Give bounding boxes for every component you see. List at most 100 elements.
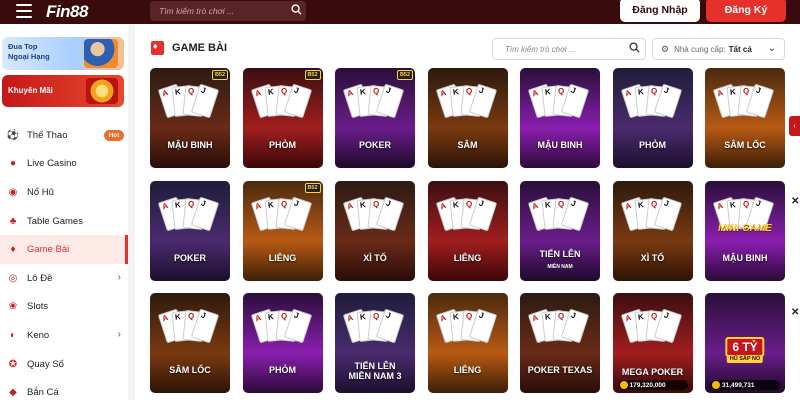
game-card[interactable]: A K Q J PHỎM <box>612 68 693 168</box>
provider-dropdown[interactable]: ⚙ Nhà cung cấp: Tất cả ⌄ <box>652 38 785 60</box>
game-card[interactable]: A K Q J MEGA POKER 179,320,000 <box>612 293 693 393</box>
sidebar-item-jackpot[interactable]: ◉ Nổ Hũ <box>0 178 128 207</box>
game-title: SÂM <box>457 140 478 150</box>
hot-badge: Hot <box>104 130 124 141</box>
game-card[interactable]: A K Q J MẬU BINH <box>520 68 600 168</box>
game-card[interactable]: A K Q J B52 PHỎM <box>242 68 323 168</box>
jackpot-amount-banner: 6 TỶ <box>725 337 765 357</box>
game-card[interactable]: A K Q J B52 POKER <box>335 68 415 168</box>
jackpot-counter: 179,320,000 <box>617 380 688 390</box>
jackpot-counter: 31,499,731 <box>710 380 780 390</box>
game-card[interactable]: A K Q J SÂM LỐC <box>150 293 230 393</box>
sidebar-item-table-games[interactable]: ♣ Table Games <box>0 207 128 236</box>
promo-banner-promotions[interactable]: Khuyến Mãi <box>2 75 124 107</box>
game-title: LIÊNG <box>453 253 482 263</box>
header-search-input[interactable]: Tìm kiếm trò chơi ... <box>150 6 286 16</box>
sidebar-item-label: Table Games <box>27 215 83 227</box>
sidebar-item-number-draw[interactable]: ✪ Quay Số <box>0 350 128 379</box>
chevron-right-icon[interactable]: › <box>118 329 121 340</box>
header-search-box[interactable]: Tìm kiếm trò chơi ... <box>150 1 306 21</box>
game-card[interactable]: A K Q J TIẾN LÊN MIỀN NAM <box>520 181 600 281</box>
game-card[interactable]: 6 TỶ HŨ SẮP NỔ 31,499,731 <box>705 293 785 393</box>
game-card[interactable]: A K Q J POKER TEXAS <box>520 293 600 393</box>
game-search-box[interactable]: Tìm kiếm trò chơi ... <box>492 38 646 60</box>
sidebar-item-card-games[interactable]: ♦ Game Bài <box>0 235 128 264</box>
sidebar-item-label: Nổ Hũ <box>27 186 54 198</box>
playing-cards-icon: AKQJ <box>342 196 405 243</box>
top-header: Fin88 Tìm kiếm trò chơi ... Đăng Nhập Đă… <box>0 0 800 24</box>
game-title: MẬU BINH <box>722 253 768 263</box>
game-card[interactable]: A K Q J XÌ TỐ <box>335 181 415 281</box>
section-header: GAME BÀI <box>151 41 227 55</box>
playing-cards-icon: AKQJ <box>712 196 775 243</box>
game-title: SÂM LỐC <box>169 365 211 375</box>
game-card[interactable]: A K Q J PHỎM <box>242 293 323 393</box>
game-card[interactable]: A K Q J B52 MẬU BINH <box>150 68 230 168</box>
sidebar-item-live-casino[interactable]: ● Live Casino <box>0 150 128 179</box>
game-title: XÌ TỐ <box>363 253 387 263</box>
login-button[interactable]: Đăng Nhập <box>620 0 700 22</box>
wheel-icon: ✪ <box>8 358 18 370</box>
keno-icon: ◐ <box>9 329 17 341</box>
sidebar-item-label: Keno <box>27 329 50 341</box>
playing-cards-icon: AKQJ <box>527 83 590 130</box>
game-card[interactable]: A K Q J LIÊNG <box>427 293 508 393</box>
chevron-right-icon[interactable]: › <box>118 272 121 283</box>
promo-banner-label: Khuyến Mãi <box>8 86 53 95</box>
filter-icon: ⚙ <box>661 43 670 54</box>
promo-banner-premier-league[interactable]: Đua Top Ngoại Hạng <box>2 37 124 70</box>
game-card[interactable]: A K Q J XÌ TỐ <box>612 181 693 281</box>
sidebar-item-label: Slots <box>27 301 49 313</box>
game-card[interactable]: A K Q J TIẾN LÊN MIỀN NAM 3 <box>335 293 415 393</box>
jackpot-label: HŨ SẮP NỔ <box>726 355 764 363</box>
game-title: PHỎM <box>269 140 296 150</box>
playing-cards-icon: AKQJ <box>157 83 220 130</box>
cards-icon: ♦ <box>10 244 16 256</box>
sidebar-item-slots[interactable]: ❀ Slots <box>0 293 128 322</box>
game-card[interactable]: A K Q J MINI GAME MẬU BINH <box>705 181 785 281</box>
game-card[interactable]: A K Q J POKER <box>150 181 230 281</box>
game-title: POKER <box>358 140 391 150</box>
search-icon[interactable] <box>286 2 306 20</box>
provider-badge: B52 <box>212 70 228 80</box>
collapse-tab-icon[interactable]: ‹ <box>789 116 800 136</box>
lottery-icon: ◎ <box>8 272 18 284</box>
game-title: POKER TEXAS <box>527 365 593 375</box>
search-icon[interactable] <box>623 42 645 56</box>
game-card[interactable]: A K Q J SÂM <box>427 68 508 168</box>
playing-cards-icon: AKQJ <box>435 196 497 243</box>
sidebar-item-label: Quay Số <box>27 358 64 370</box>
gift-coins-icon <box>86 78 118 104</box>
game-card[interactable]: A K Q J B52 LIÊNG <box>242 181 323 281</box>
playing-cards-icon: AKQJ <box>620 83 682 130</box>
game-title: PHỎM <box>269 365 296 375</box>
game-title: MEGA POKER <box>621 367 684 377</box>
sidebar-item-lottery[interactable]: ◎ Lô Đề › <box>0 264 128 293</box>
playing-cards-icon: AKQJ <box>250 83 312 130</box>
fish-icon: ◆ <box>9 387 17 399</box>
game-card[interactable]: A K Q J LIÊNG <box>427 181 508 281</box>
register-button[interactable]: Đăng Ký <box>706 0 786 22</box>
playing-cards-icon: AKQJ <box>620 196 682 243</box>
playing-cards-icon: AKQJ <box>250 308 312 355</box>
sidebar-nav: ⚽ Thể Thao Hot ● Live Casino ◉ Nổ Hũ ♣ T… <box>0 121 128 400</box>
game-title: SÂM LỐC <box>724 140 766 150</box>
game-card[interactable]: A K Q J SÂM LỐC <box>705 68 785 168</box>
sidebar-item-keno[interactable]: ◐ Keno › <box>0 321 128 350</box>
game-title: MẬU BINH <box>537 140 583 150</box>
site-logo[interactable]: Fin88 <box>46 2 88 22</box>
game-title: TIẾN LÊN MIỀN NAM 3 <box>348 361 402 381</box>
sidebar-item-sports[interactable]: ⚽ Thể Thao Hot <box>0 121 128 150</box>
playing-cards-icon: AKQJ <box>157 308 220 355</box>
football-players-icon <box>84 39 118 68</box>
close-icon[interactable]: ✕ <box>791 196 799 207</box>
cards-icon <box>151 41 164 55</box>
sidebar-item-fishing[interactable]: ◆ Bắn Cá <box>0 378 128 400</box>
playing-cards-icon: AKQJ <box>157 196 220 243</box>
playing-cards-icon: AKQJ <box>527 196 590 243</box>
game-title: POKER <box>173 253 206 263</box>
hamburger-menu-icon[interactable] <box>16 4 32 18</box>
close-icon[interactable]: ✕ <box>791 307 799 318</box>
playing-cards-icon: AKQJ <box>250 196 312 243</box>
game-search-input[interactable]: Tìm kiếm trò chơi ... <box>493 45 623 54</box>
